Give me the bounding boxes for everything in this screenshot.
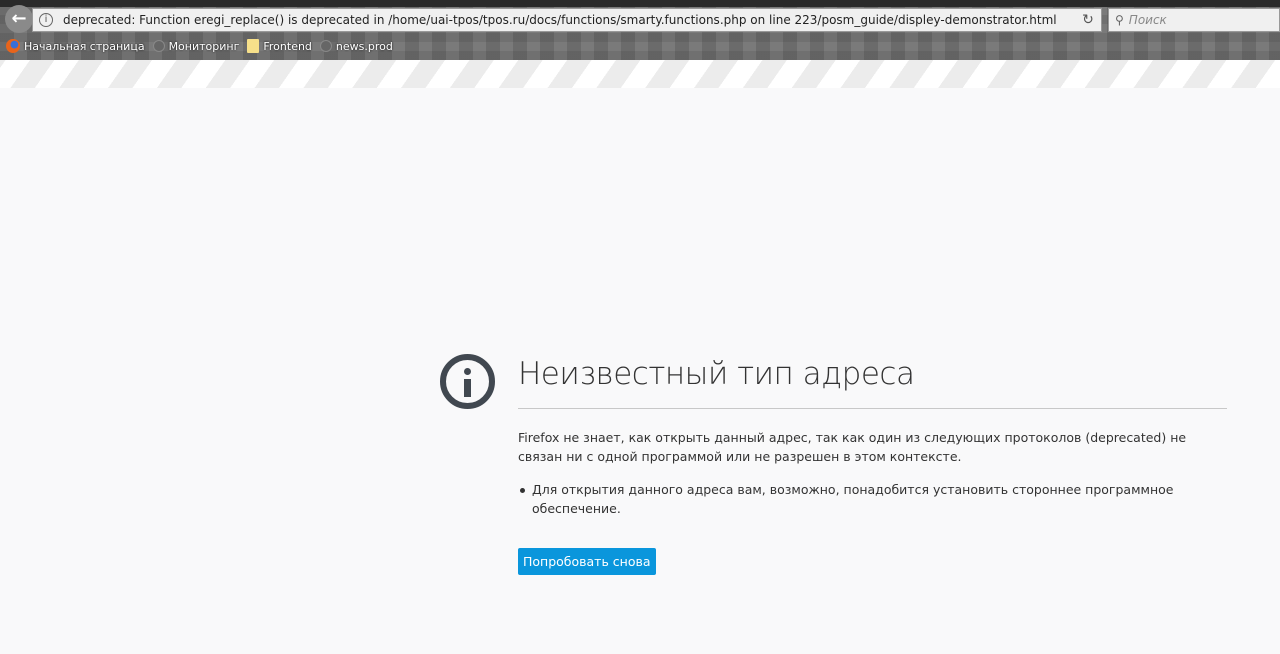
globe-icon [319, 40, 332, 52]
error-title: Неизвестный тип адреса [518, 356, 915, 392]
bookmarks-bar: Начальная страница Мониторинг Frontend n… [6, 39, 393, 53]
globe-icon [152, 40, 165, 52]
bookmark-label: news.prod [335, 39, 393, 53]
search-placeholder: Поиск [1128, 13, 1167, 27]
error-description: Firefox не знает, как открыть данный адр… [518, 430, 1187, 464]
firefox-icon [6, 39, 20, 53]
error-suggestions: Для открытия данного адреса вам, возможн… [518, 480, 1208, 518]
info-icon [440, 354, 495, 409]
url-text[interactable]: deprecated: Function eregi_replace() is … [63, 13, 1075, 27]
folder-icon [247, 39, 260, 53]
divider [518, 408, 1227, 409]
search-icon: ⚲ [1115, 13, 1124, 27]
bookmark-frontend[interactable]: Frontend [247, 39, 312, 53]
tab-strip [0, 0, 1280, 7]
bookmark-label: Frontend [263, 39, 312, 53]
search-input[interactable]: ⚲ Поиск [1108, 8, 1280, 32]
suggestion-item: Для открытия данного адреса вам, возможн… [518, 480, 1208, 518]
striped-banner [0, 60, 1280, 88]
reload-icon[interactable]: ↻ [1075, 12, 1101, 28]
bookmark-label: Мониторинг [168, 39, 240, 53]
try-again-button[interactable]: Попробовать снова [518, 548, 656, 575]
back-button[interactable]: ← [5, 5, 33, 33]
address-bar[interactable]: i deprecated: Function eregi_replace() i… [32, 8, 1102, 32]
info-icon[interactable]: i [39, 13, 53, 27]
bookmark-monitoring[interactable]: Мониторинг [152, 39, 240, 53]
bookmark-home[interactable]: Начальная страница [6, 39, 145, 53]
bookmark-news-prod[interactable]: news.prod [319, 39, 393, 53]
bookmark-label: Начальная страница [24, 39, 145, 53]
